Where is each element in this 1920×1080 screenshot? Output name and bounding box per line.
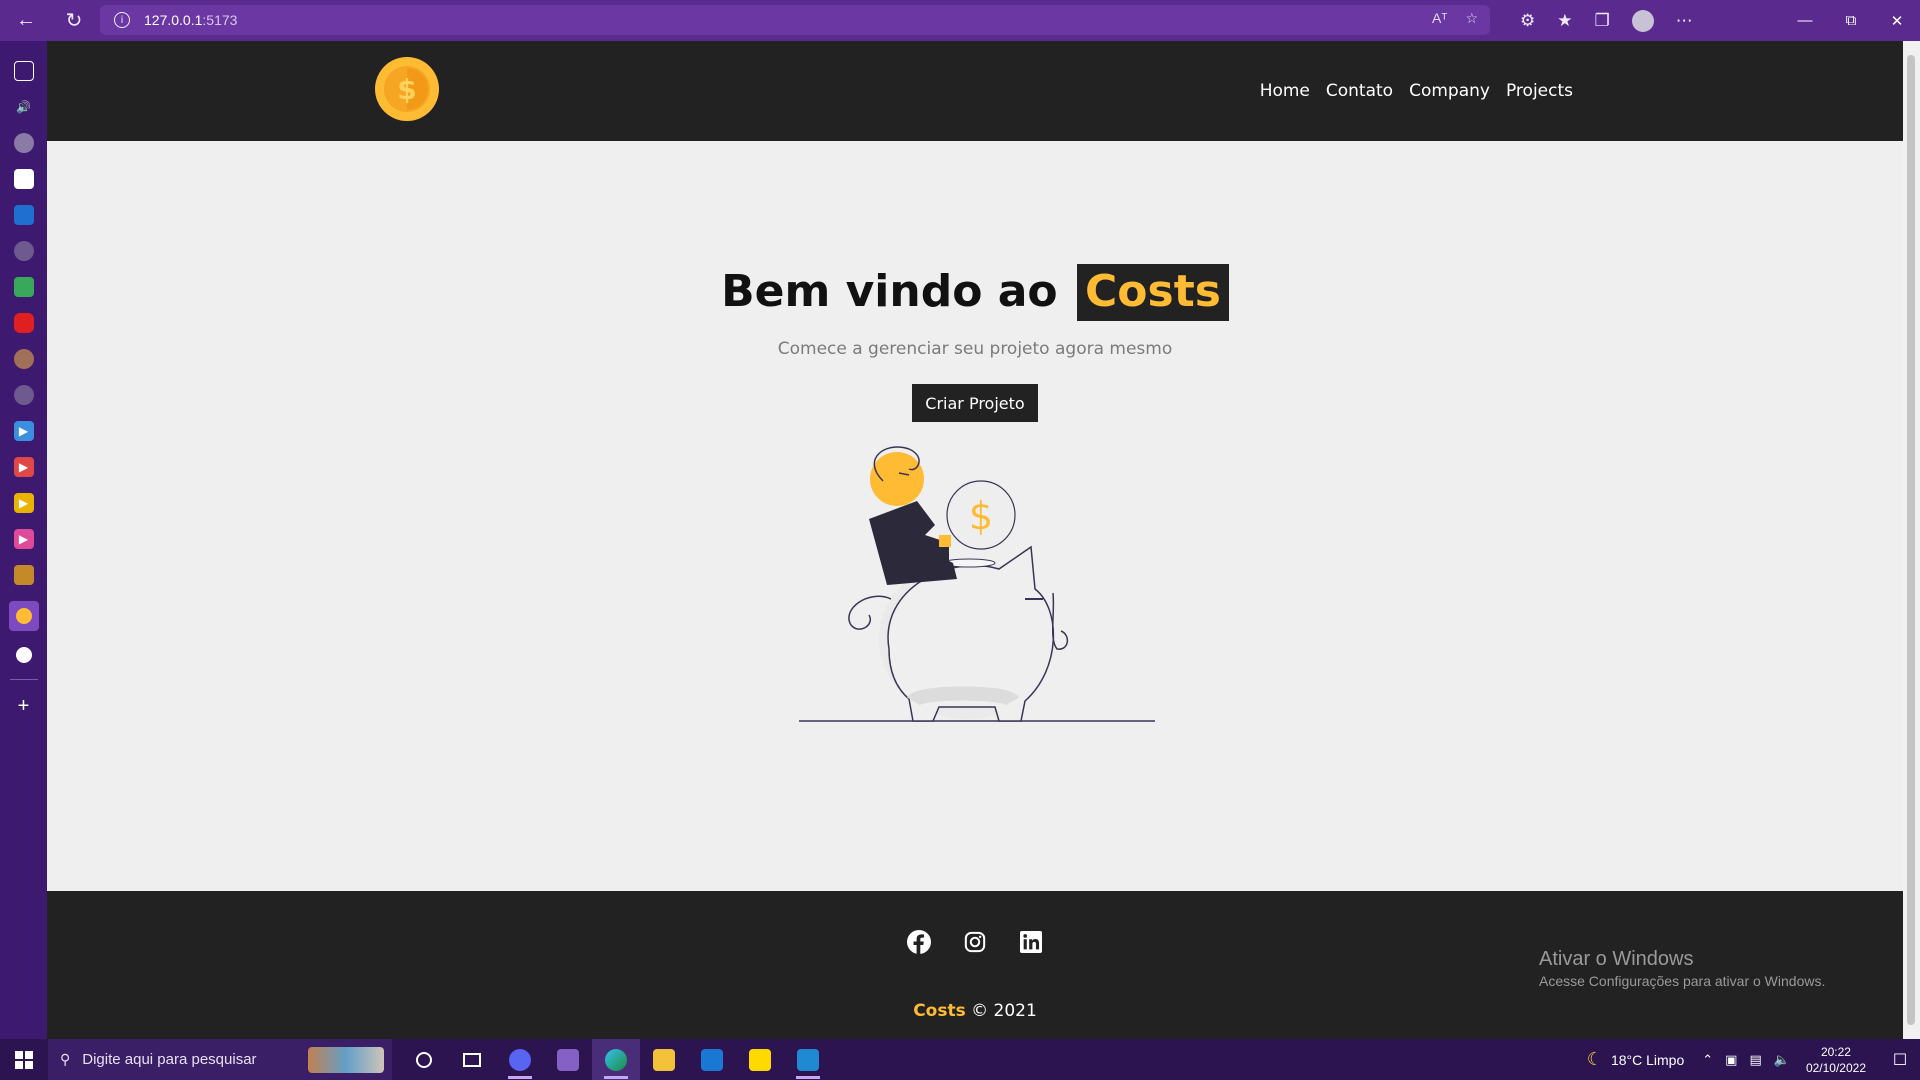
refresh-icon[interactable]: ↻ <box>56 3 92 39</box>
copyright-year: © 2021 <box>971 1001 1037 1021</box>
youtube-icon[interactable] <box>13 313 34 333</box>
sticky-notes-icon[interactable] <box>736 1039 784 1080</box>
browser-toolbar: ← ↻ i 127.0.0.1:5173 Aᵀ ☆ ⚙ ★ ❐ ⋯ — ⧉ ✕ <box>0 0 1920 41</box>
mail-icon[interactable] <box>688 1039 736 1080</box>
windows-taskbar: ⚲ Digite aqui para pesquisar ☾ 18°C Limp… <box>0 1039 1920 1080</box>
site-footer: Costs © 2021 Ativar o Windows Acesse Con… <box>47 891 1903 1039</box>
costs-tab-icon[interactable] <box>8 601 39 631</box>
clock-date: 02/10/2022 <box>1805 1060 1866 1075</box>
close-button[interactable]: ✕ <box>1874 0 1920 41</box>
welcome-title-brand: Costs <box>1077 264 1229 321</box>
page-viewport: $ Home Contato Company Projects Bem vind… <box>47 41 1903 1039</box>
nav-link-contato[interactable]: Contato <box>1326 81 1393 101</box>
url-port: :5173 <box>202 12 238 28</box>
play-blue-icon[interactable]: ▶ <box>13 421 34 441</box>
welcome-title-prefix: Bem vindo ao <box>721 266 1058 317</box>
play-red-icon[interactable]: ▶ <box>13 457 34 477</box>
site-navbar: $ Home Contato Company Projects <box>47 41 1903 141</box>
url-host: 127.0.0.1 <box>144 12 203 28</box>
github-icon[interactable] <box>15 647 32 663</box>
add-icon[interactable]: + <box>14 695 34 717</box>
speaker-icon[interactable]: 🔊 <box>14 97 34 117</box>
welcome-subtitle: Comece a gerenciar seu projeto agora mes… <box>777 339 1173 359</box>
chart-icon[interactable] <box>13 565 34 585</box>
nav-menu: Home Contato Company Projects <box>1260 41 1573 141</box>
play-yellow-icon[interactable]: ▶ <box>13 493 34 513</box>
notifications-icon[interactable]: ☐ <box>1880 1050 1920 1070</box>
tab-actions-icon[interactable] <box>13 61 34 81</box>
clock-time: 20:22 <box>1820 1044 1851 1059</box>
add-favorite-icon[interactable]: ☆ <box>1465 10 1478 27</box>
activation-subtitle: Acesse Configurações para ativar o Windo… <box>1539 973 1826 989</box>
network-icon[interactable]: ▤ <box>1749 1052 1761 1068</box>
search-highlight-image <box>308 1047 384 1073</box>
extension-icon[interactable] <box>13 133 34 153</box>
play-pink-icon[interactable]: ▶ <box>13 529 34 549</box>
search-placeholder: Digite aqui para pesquisar <box>82 1051 257 1068</box>
nav-link-projects[interactable]: Projects <box>1506 81 1573 101</box>
back-icon[interactable]: ← <box>8 3 44 39</box>
app-icon[interactable] <box>13 169 34 189</box>
linkedin-icon[interactable] <box>1018 929 1044 955</box>
app-brown-icon[interactable] <box>13 349 34 369</box>
app-green-icon[interactable] <box>13 277 34 297</box>
coin-logo-icon[interactable]: $ <box>375 57 439 121</box>
extensions-icon[interactable]: ⚙ <box>1520 11 1535 31</box>
windows-activation-watermark: Ativar o Windows Acesse Configurações pa… <box>1539 948 1825 989</box>
more-options-icon[interactable]: ⋯ <box>1676 11 1693 31</box>
home-section: Bem vindo ao Costs Comece a gerenciar se… <box>47 141 1903 891</box>
system-tray: ☾ 18°C Limpo ⌃ ▣ ▤ 🔈 20:22 02/10/2022 ☐ <box>1587 1039 1920 1080</box>
profile-avatar[interactable] <box>1631 9 1654 32</box>
nav-item-contato: Contato <box>1326 81 1393 101</box>
svg-text:$: $ <box>969 494 993 538</box>
taskbar-search[interactable]: ⚲ Digite aqui para pesquisar <box>48 1039 392 1080</box>
create-project-button[interactable]: Criar Projeto <box>912 384 1038 422</box>
read-aloud-icon[interactable]: Aᵀ <box>1432 10 1447 27</box>
instagram-icon[interactable] <box>962 929 988 955</box>
restore-button[interactable]: ⧉ <box>1828 0 1874 41</box>
discord-icon[interactable] <box>496 1039 544 1080</box>
nav-item-home: Home <box>1260 81 1310 101</box>
nav-link-home[interactable]: Home <box>1260 81 1310 101</box>
sidebar-divider <box>9 679 38 680</box>
page-scrollbar[interactable] <box>1903 41 1920 1039</box>
address-bar[interactable]: i 127.0.0.1:5173 Aᵀ ☆ <box>100 5 1490 35</box>
chevron-up-icon[interactable]: ⌃ <box>1702 1052 1713 1068</box>
site-info-icon[interactable]: i <box>114 12 130 28</box>
collections-icon[interactable]: ❐ <box>1595 11 1610 31</box>
outlook-icon[interactable] <box>13 205 34 225</box>
taskbar-clock[interactable]: 20:22 02/10/2022 <box>1806 1044 1866 1076</box>
task-view-icon[interactable] <box>448 1039 496 1080</box>
volume-icon[interactable]: 🔈 <box>1774 1052 1790 1068</box>
footer-brand: Costs <box>913 1001 966 1021</box>
github-icon[interactable] <box>13 385 34 405</box>
piggy-bank-illustration: $ <box>799 446 1155 722</box>
browser-sidebar: 🔊 ▶ ▶ ▶ ▶ + <box>0 41 47 1039</box>
github-icon[interactable] <box>13 241 34 261</box>
vscode-icon[interactable] <box>784 1039 832 1080</box>
cortana-icon[interactable] <box>400 1039 448 1080</box>
favorites-icon[interactable]: ★ <box>1557 11 1572 31</box>
activation-title: Ativar o Windows <box>1539 948 1694 970</box>
welcome-title: Bem vindo ao Costs <box>47 264 1903 321</box>
weather-widget[interactable]: ☾ 18°C Limpo <box>1587 1049 1684 1070</box>
facebook-icon[interactable] <box>906 929 932 955</box>
file-explorer-icon[interactable] <box>640 1039 688 1080</box>
meet-now-icon[interactable]: ▣ <box>1725 1052 1737 1068</box>
weather-text: 18°C Limpo <box>1610 1051 1685 1068</box>
taskbar-apps <box>400 1039 832 1080</box>
edge-icon[interactable] <box>592 1039 640 1080</box>
nav-item-company: Company <box>1409 81 1490 101</box>
scrollbar-thumb[interactable] <box>1907 55 1915 1025</box>
search-icon: ⚲ <box>60 1051 71 1067</box>
nav-item-projects: Projects <box>1506 81 1573 101</box>
minimize-button[interactable]: — <box>1782 0 1828 41</box>
nav-link-company[interactable]: Company <box>1409 81 1490 101</box>
svg-text:$: $ <box>397 73 416 106</box>
visual-studio-icon[interactable] <box>544 1039 592 1080</box>
moon-icon: ☾ <box>1586 1049 1603 1069</box>
windows-start-icon[interactable] <box>0 1039 48 1080</box>
copyright-text: Costs © 2021 <box>47 1001 1903 1021</box>
